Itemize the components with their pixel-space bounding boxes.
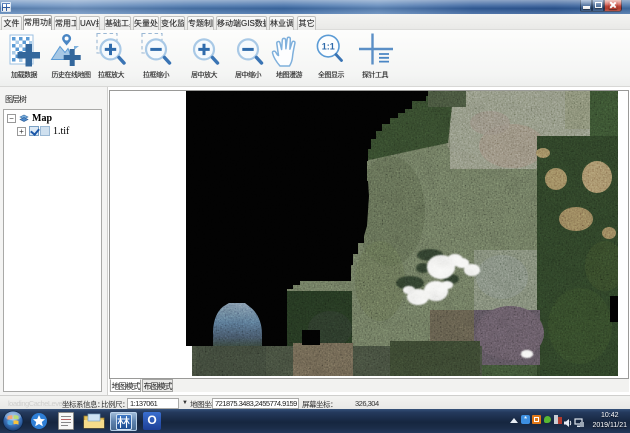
svg-text:1:1: 1:1 (322, 42, 335, 52)
